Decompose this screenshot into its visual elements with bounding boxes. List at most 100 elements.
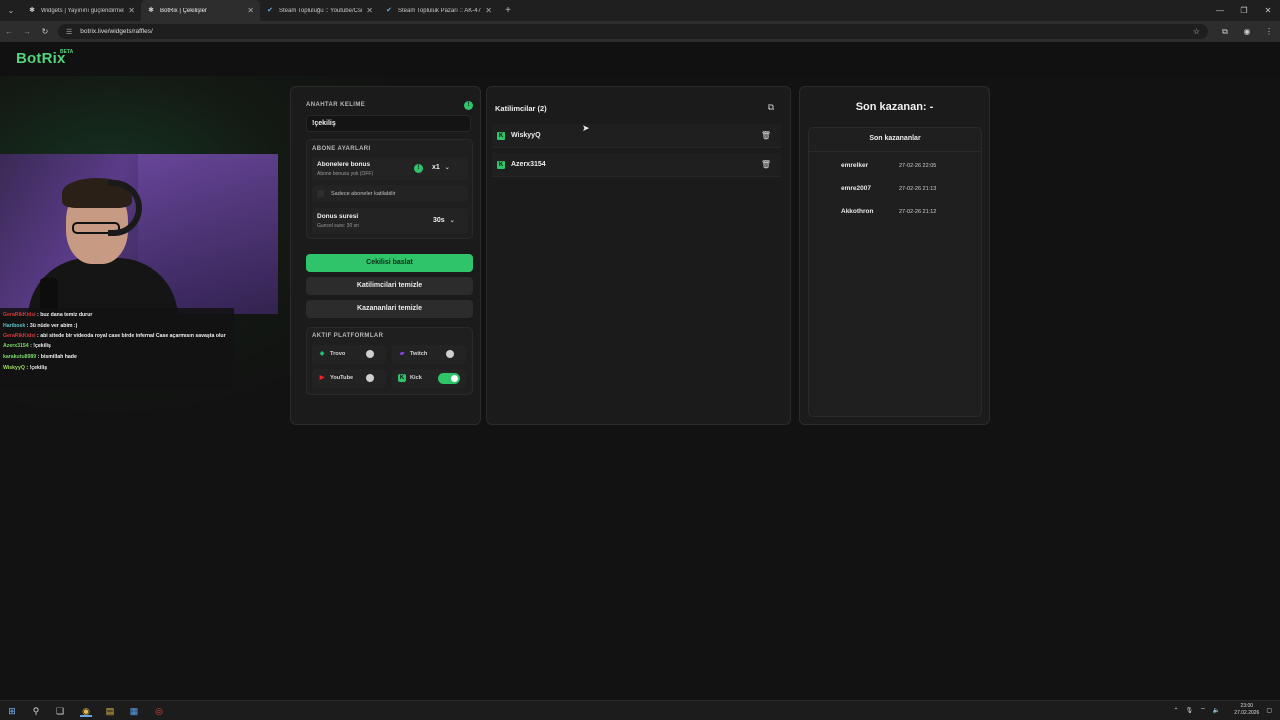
youtube-toggle[interactable] [360, 373, 382, 384]
chat-text: bismillah hade [40, 354, 77, 360]
beta-badge: BETA [60, 49, 74, 55]
winner-row: emre2007 27-02-26 21:13 [811, 179, 979, 199]
bookmark-star-icon[interactable]: ☆ [1193, 27, 1200, 36]
participant-name: Azerx3154 [511, 161, 546, 168]
platform-youtube: ▶ YouTube [312, 369, 386, 388]
browser-tab-active[interactable]: ✱ BotRix | Çekilişler ✕ [141, 0, 260, 21]
trash-icon[interactable]: 🗑 [761, 131, 771, 140]
chat-message: karakutu8989 : bismillah hade [3, 352, 231, 363]
kick-icon: K [497, 132, 505, 140]
restore-icon[interactable]: ❐ [1232, 0, 1256, 21]
winner-row: Akkothron 27-02-26 21:12 [811, 202, 979, 222]
url-field[interactable]: ☰ botrix.live/widgets/raffles/ ☆ [58, 24, 1208, 39]
obs-icon[interactable]: ◎ [153, 705, 165, 717]
chat-text: !çekiliş [29, 365, 48, 371]
info-icon[interactable]: ! [414, 164, 423, 173]
winner-date: 27-02-26 21:12 [899, 209, 937, 215]
back-icon[interactable]: ← [0, 27, 18, 36]
start-raffle-button[interactable]: Cekilisi baslat [306, 254, 473, 272]
volume-icon[interactable]: 🔈 [1213, 707, 1220, 714]
participant-row: K WiskyyQ 🗑 [492, 124, 781, 148]
subs-only-row[interactable]: Sadece aboneler katilabilir [312, 185, 468, 202]
bonus-select[interactable]: x1 ⌄ [432, 164, 450, 171]
raffle-settings-panel: ANAHTAR KELIME ! !çekiliş ABONE AYARLARI… [290, 86, 481, 425]
clock-date: 27.02.2026 [1234, 710, 1260, 716]
close-window-icon[interactable]: ✕ [1256, 0, 1280, 21]
subscriber-settings-card: ABONE AYARLARI Abonelere bonus Abone bon… [306, 139, 473, 239]
trovo-toggle[interactable] [360, 349, 382, 360]
mouse-cursor-icon: ➤ [582, 123, 590, 133]
extensions-icon[interactable]: ⧉ [1214, 27, 1236, 37]
chat-text: buz dana temiz durur [40, 312, 93, 318]
minimize-icon[interactable]: — [1208, 0, 1232, 21]
last-winner-title: Son kazanan: - [855, 101, 934, 113]
forward-icon[interactable]: → [18, 27, 36, 36]
url-text: botrix.live/widgets/raffles/ [80, 28, 153, 35]
copy-icon[interactable]: ⧉ [768, 102, 774, 113]
chrome-icon[interactable]: ◉ [80, 705, 92, 717]
chevron-up-icon[interactable]: ⌃ [1174, 707, 1179, 714]
keyword-input[interactable]: !çekiliş [306, 115, 471, 132]
reload-icon[interactable]: ↻ [36, 27, 54, 36]
steam-icon: ✔ [267, 6, 273, 14]
chat-message: Azerx3154 : !çekiliş [3, 341, 231, 352]
subs-only-checkbox[interactable] [317, 190, 324, 197]
close-icon[interactable]: ✕ [366, 6, 373, 15]
chevron-down-icon: ⌄ [444, 165, 450, 171]
winners-panel: Son kazanan: - Son kazananlar emrelker 2… [799, 86, 990, 425]
windows-taskbar: ⊞ ⚲ ❏ ◉ ▤ ▦ ◎ ⌃ 🎙 ⌔ 🔈 23:00 27.02.2026 ▢ [0, 700, 1280, 720]
botrix-logo[interactable]: BotRix [16, 50, 66, 67]
platform-label: Trovo [330, 351, 346, 357]
store-icon[interactable]: ▦ [128, 705, 140, 717]
winner-date: 27-02-26 21:13 [899, 186, 937, 192]
twitch-toggle[interactable] [440, 349, 462, 360]
windows-start-icon[interactable]: ⊞ [6, 705, 18, 717]
task-view-icon[interactable]: ❏ [54, 705, 66, 717]
browser-tab[interactable]: ✔ Steam Topluluğu :: Youtube/Csm ✕ [260, 0, 379, 21]
new-tab-button[interactable]: + [498, 5, 518, 16]
duration-select[interactable]: 30s ⌄ [433, 217, 455, 224]
chat-message: Haribosk : 3ü nüde ver abim :) [3, 321, 231, 332]
clock[interactable]: 23:00 27.02.2026 [1227, 703, 1259, 717]
info-icon[interactable]: ! [464, 101, 473, 110]
tab-label: Widgets | Yayınını güçlendirmek [41, 7, 125, 14]
close-icon[interactable]: ✕ [247, 6, 254, 15]
close-icon[interactable]: ✕ [128, 6, 135, 15]
bonus-row: Abonelere bonus Abone bonusu yok (OFF) !… [312, 157, 468, 180]
participants-panel: Katilimcilar (2) ⧉ K WiskyyQ 🗑 K Azerx31… [486, 86, 791, 425]
clear-participants-button[interactable]: Katilimcilari temizle [306, 277, 473, 295]
winner-name: emrelker [841, 162, 869, 169]
divider [809, 151, 981, 152]
clear-winners-button[interactable]: Kazananlari temizle [306, 300, 473, 318]
platform-trovo: ◆ Trovo [312, 345, 386, 364]
menu-icon[interactable]: ⋮ [1258, 27, 1280, 36]
bonus-value: x1 [432, 164, 440, 171]
winner-name: emre2007 [841, 185, 871, 192]
bonus-sub: Abone bonusu yok (OFF) [317, 171, 374, 177]
chat-user: WiskyyQ [3, 365, 25, 371]
twitch-icon: ▰ [399, 351, 405, 357]
site-info-icon[interactable]: ☰ [66, 28, 72, 36]
notification-icon[interactable]: ▢ [1266, 707, 1272, 714]
webcam-overlay [0, 154, 278, 314]
network-icon[interactable]: ⌔ [1200, 706, 1206, 714]
address-bar-row: ← → ↻ ☰ botrix.live/widgets/raffles/ ☆ ⧉… [0, 21, 1280, 42]
file-explorer-icon[interactable]: ▤ [104, 705, 116, 717]
profile-icon[interactable]: ◉ [1236, 27, 1258, 36]
tab-search-icon[interactable]: ⌄ [0, 0, 22, 21]
trash-icon[interactable]: 🗑 [761, 160, 771, 169]
winner-date: 27-02-26 22:05 [899, 163, 937, 169]
browser-tab[interactable]: ✱ Widgets | Yayınını güçlendirmek ✕ [22, 0, 141, 21]
platform-kick: K Kick [392, 369, 466, 388]
search-icon[interactable]: ⚲ [30, 705, 42, 717]
platforms-card: AKTIF PLATFORMLAR ◆ Trovo ▰ Twitch ▶ You… [306, 327, 473, 395]
kick-toggle[interactable] [438, 373, 460, 384]
chat-text: abi sitede bir videoda royal case birde … [40, 333, 226, 339]
chat-user: GeraRikKidsi [3, 333, 36, 339]
browser-tab[interactable]: ✔ Steam Topluluk Pazarı :: AK-47 | ✕ [379, 0, 498, 21]
close-icon[interactable]: ✕ [485, 6, 492, 15]
kick-icon: K [497, 161, 505, 169]
winner-name: Akkothron [841, 208, 874, 215]
duration-sub: Guncel sure: 30 sn [317, 223, 359, 229]
microphone-tray-icon[interactable]: 🎙 [1186, 707, 1194, 714]
